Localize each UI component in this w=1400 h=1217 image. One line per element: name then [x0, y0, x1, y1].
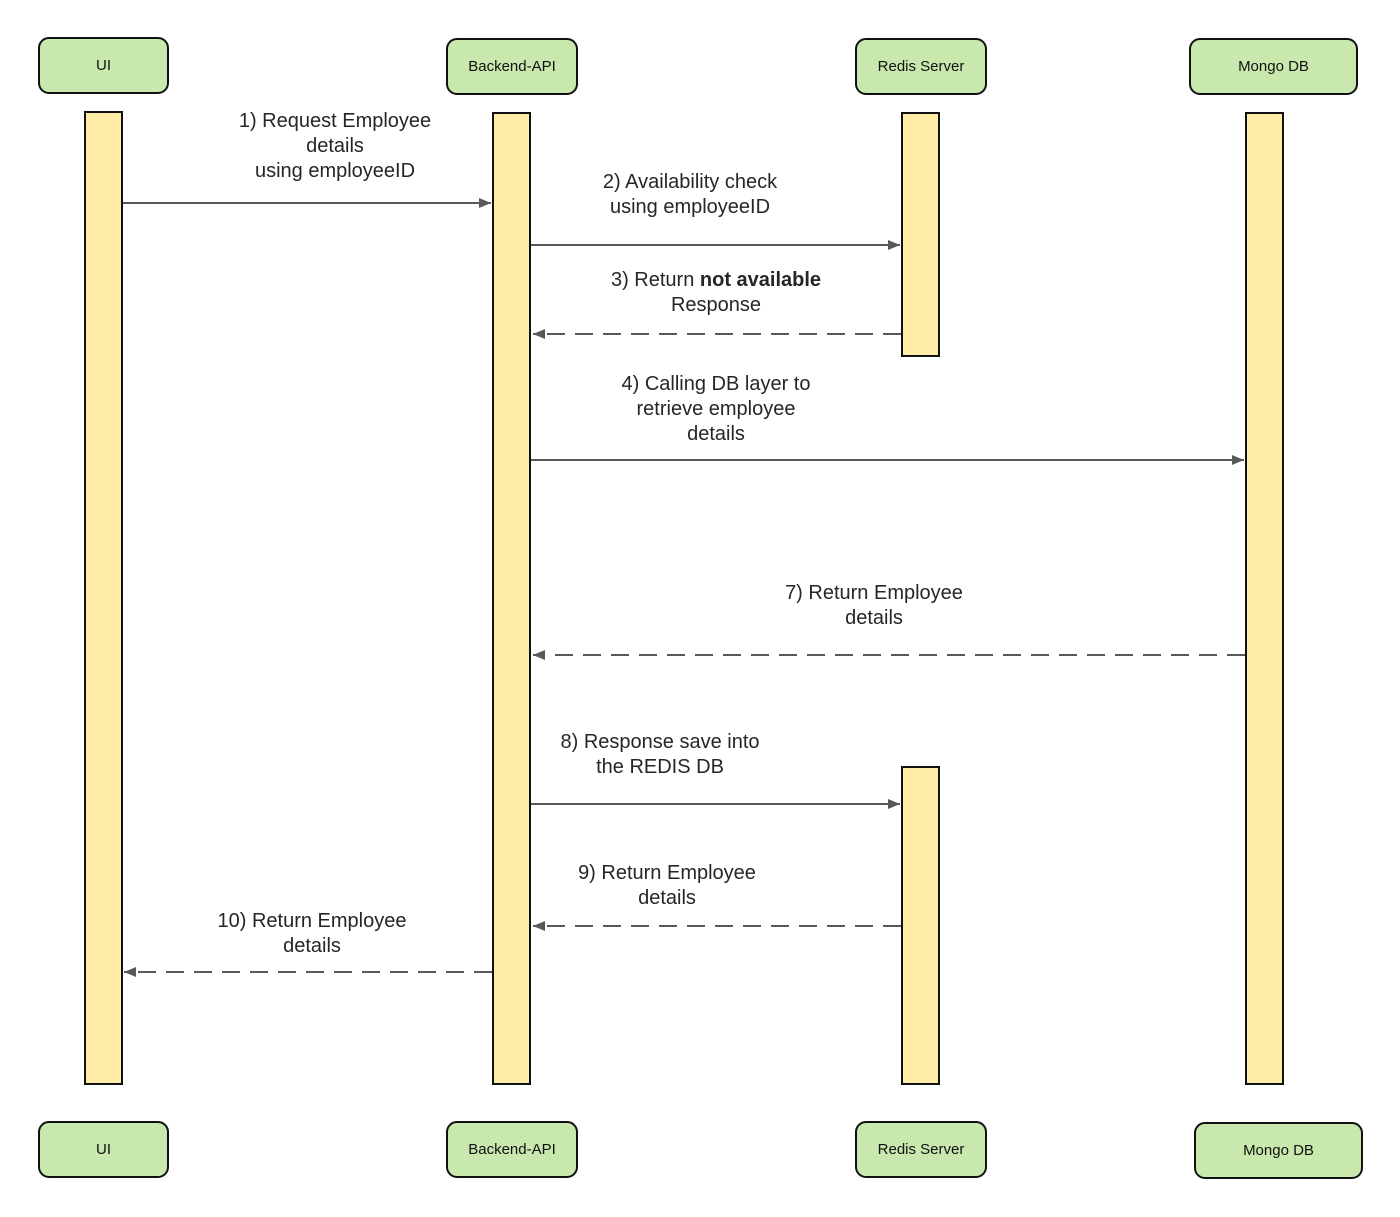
- label-text: 3) Return: [610, 269, 700, 291]
- label-line: the REDIS DB: [596, 756, 724, 778]
- label-bold-text: not available: [699, 269, 822, 291]
- message-label-step-9: 9) Return Employee details: [578, 861, 756, 911]
- label-line: 3) Return not available: [611, 268, 821, 293]
- label-line: using employeeID: [609, 196, 771, 218]
- label-line: using employeeID: [254, 160, 416, 182]
- label-line: details: [283, 935, 341, 957]
- label-line: 2) Availability check: [602, 171, 778, 193]
- message-label-step-3: 3) Return not available Response: [611, 268, 821, 318]
- message-label-step-7: 7) Return Employee details: [785, 581, 963, 631]
- label-line: 8) Response save into: [560, 731, 760, 753]
- message-label-step-8: 8) Response save into the REDIS DB: [560, 730, 759, 780]
- label-line: 9) Return Employee: [578, 862, 756, 884]
- message-label-step-4: 4) Calling DB layer to retrieve employee…: [622, 372, 811, 447]
- label-line: retrieve employee: [636, 398, 796, 420]
- label-line: 4) Calling DB layer to: [621, 373, 811, 395]
- label-line: details: [638, 887, 696, 909]
- label-line: 1) Request Employee: [238, 110, 432, 132]
- label-line: 10) Return Employee: [217, 910, 407, 932]
- label-line: Response: [670, 294, 762, 316]
- message-label-step-1: 1) Request Employee details using employ…: [239, 109, 431, 184]
- message-label-step-10: 10) Return Employee details: [218, 909, 407, 959]
- label-line: details: [306, 135, 364, 157]
- label-line: details: [845, 607, 903, 629]
- label-line: 7) Return Employee: [785, 582, 963, 604]
- message-label-step-2: 2) Availability check using employeeID: [603, 170, 777, 220]
- label-line: details: [687, 423, 745, 445]
